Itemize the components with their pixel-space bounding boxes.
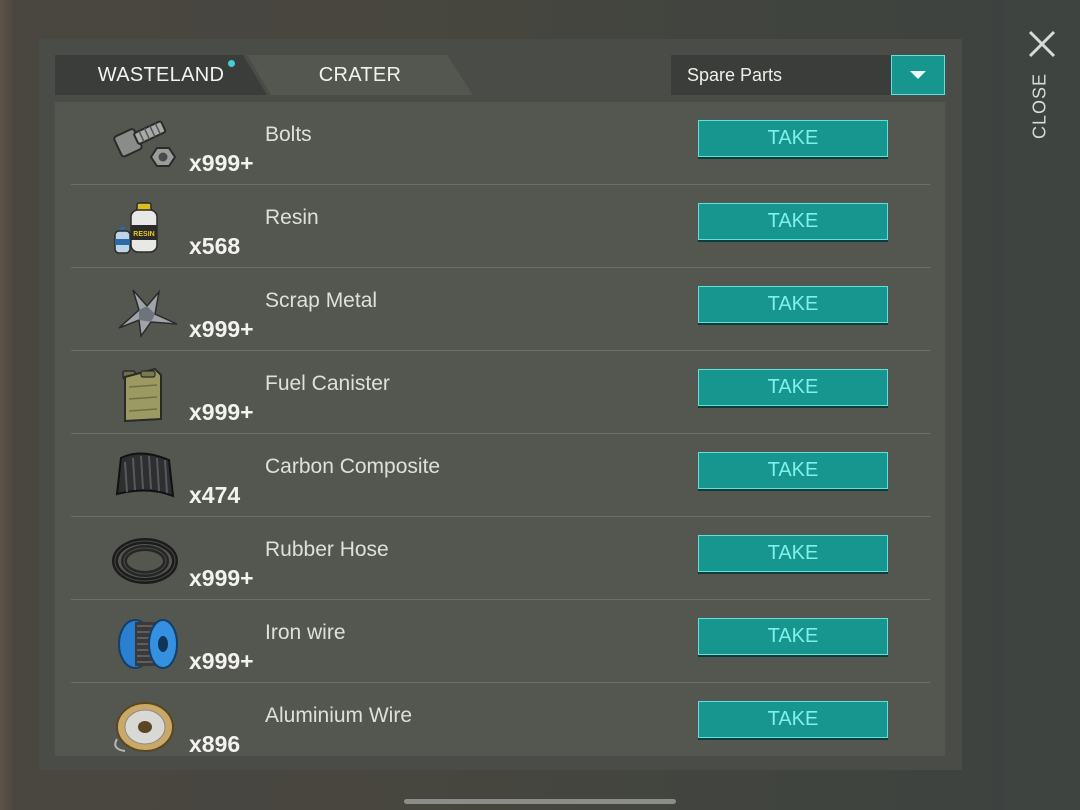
list-item: x999+ Iron wire TAKE <box>71 600 930 683</box>
bolts-icon <box>113 120 177 167</box>
list-item: RESIN x568 Resin TAKE <box>71 185 930 268</box>
notification-dot <box>228 60 235 67</box>
item-quantity: x474 <box>189 482 241 508</box>
iron-wire-icon <box>118 619 178 669</box>
tab-bar: WASTELAND CRATER Spare Parts <box>55 55 945 95</box>
rubber-hose-icon <box>112 538 178 584</box>
take-button[interactable]: TAKE <box>698 203 888 240</box>
scrap-metal-icon <box>118 289 178 338</box>
item-quantity: x999+ <box>189 565 254 591</box>
take-button[interactable]: TAKE <box>698 535 888 572</box>
item-name: Fuel Canister <box>265 372 390 395</box>
home-indicator <box>404 799 676 804</box>
item-quantity: x568 <box>189 233 241 259</box>
take-button[interactable]: TAKE <box>698 701 888 738</box>
take-button[interactable]: TAKE <box>698 120 888 157</box>
chevron-down-icon <box>910 71 926 79</box>
list-item: x999+ Bolts TAKE <box>71 102 930 185</box>
fuel-canister-icon <box>122 367 162 423</box>
close-button-label[interactable]: CLOSE <box>1030 73 1051 139</box>
item-name: Aluminium Wire <box>265 704 413 727</box>
aluminium-wire-icon <box>114 702 174 752</box>
carbon-composite-icon <box>115 452 175 498</box>
list-item: x474 Carbon Composite TAKE <box>71 434 930 517</box>
take-button[interactable]: TAKE <box>698 452 888 489</box>
list-item: x999+ Scrap Metal TAKE <box>71 268 930 351</box>
item-list[interactable]: x999+ Bolts TAKE RESIN x568 Resin TAKE x… <box>55 102 945 756</box>
tab-crater[interactable]: CRATER <box>247 55 473 95</box>
storage-panel: WASTELAND CRATER Spare Parts x999+ Bolts… <box>39 39 962 770</box>
tab-wasteland[interactable]: WASTELAND <box>55 55 267 95</box>
background-edge <box>0 0 14 810</box>
item-quantity: x999+ <box>189 150 254 176</box>
list-item: x999+ Fuel Canister TAKE <box>71 351 930 434</box>
category-dropdown-value: Spare Parts <box>687 65 783 85</box>
list-item: x896 Aluminium Wire TAKE <box>71 683 930 756</box>
item-name: Carbon Composite <box>265 455 441 478</box>
item-quantity: x999+ <box>189 316 254 342</box>
take-button[interactable]: TAKE <box>698 618 888 655</box>
resin-icon: RESIN <box>114 202 158 254</box>
take-button[interactable]: TAKE <box>698 286 888 323</box>
item-quantity: x896 <box>189 731 241 756</box>
svg-text:RESIN: RESIN <box>133 231 154 238</box>
dropdown-toggle-button[interactable] <box>891 55 945 95</box>
close-icon[interactable] <box>1026 28 1058 60</box>
list-item: x999+ Rubber Hose TAKE <box>71 517 930 600</box>
item-name: Rubber Hose <box>265 538 389 561</box>
take-button[interactable]: TAKE <box>698 369 888 406</box>
item-name: Bolts <box>265 123 312 146</box>
category-dropdown[interactable]: Spare Parts <box>671 55 945 95</box>
tab-crater-label: CRATER <box>318 63 402 86</box>
item-name: Iron wire <box>265 621 346 644</box>
item-quantity: x999+ <box>189 648 254 674</box>
item-quantity: x999+ <box>189 399 254 425</box>
item-name: Scrap Metal <box>265 289 378 312</box>
tab-wasteland-label: WASTELAND <box>97 63 225 86</box>
item-name: Resin <box>265 206 319 229</box>
